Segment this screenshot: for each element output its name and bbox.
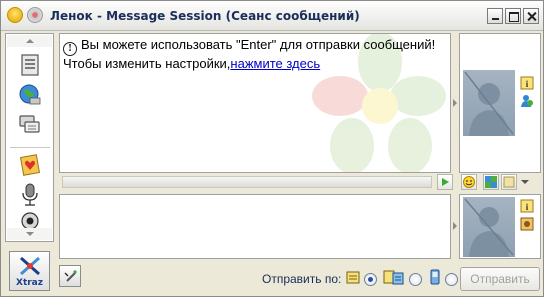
xtraz-label: Xtraz — [16, 278, 43, 288]
add-contact-icon[interactable] — [520, 94, 534, 108]
toolbar-dropdown-arrow[interactable] — [521, 180, 529, 184]
play-icon[interactable] — [437, 174, 453, 190]
xtraz-icon — [20, 256, 40, 276]
contact-avatar[interactable] — [463, 70, 515, 136]
tools-icon — [64, 270, 77, 282]
window-title: Ленок - Message Session (Сеанс сообщений… — [50, 9, 360, 23]
history-panel-splitter[interactable] — [452, 33, 458, 173]
globe-icon[interactable] — [17, 82, 43, 108]
formatting-toolbar — [59, 174, 541, 192]
xtraz-button[interactable]: Xtraz — [9, 251, 50, 291]
enter-hint-text: Вы можете использовать "Enter" для отпра… — [81, 37, 436, 52]
sidebar-divider — [10, 147, 50, 148]
system-message: ! Вы можете использовать "Enter" для отпр… — [63, 37, 435, 72]
chat-icon[interactable] — [17, 112, 43, 138]
picture-icon[interactable] — [520, 217, 534, 231]
info-icon: ! — [63, 42, 77, 56]
own-avatar-panel: i — [459, 194, 541, 259]
settings-hint-text: Чтобы изменить настройки, — [63, 56, 231, 71]
icq-flower-icon — [27, 7, 43, 23]
contact-avatar-panel: i — [459, 33, 541, 173]
puzzle-icon[interactable] — [483, 174, 499, 190]
multi-pager-icon — [383, 270, 404, 285]
input-panel-splitter[interactable] — [452, 194, 458, 259]
send-via-label: Отправить по: — [262, 272, 342, 286]
send-mode-radio-mobile[interactable] — [445, 273, 458, 286]
side-toolbar — [5, 33, 54, 242]
own-avatar[interactable] — [463, 197, 515, 257]
notes-icon[interactable] — [17, 52, 43, 78]
tools-button[interactable] — [59, 265, 81, 287]
send-button[interactable]: Отправить — [460, 267, 540, 291]
microphone-icon[interactable] — [17, 182, 43, 208]
send-mode-radio-multi[interactable] — [409, 273, 422, 286]
user-info-icon[interactable]: i — [520, 76, 534, 90]
message-window: Ленок - Message Session (Сеанс сообщений… — [0, 0, 544, 297]
message-input[interactable] — [59, 194, 451, 259]
my-info-icon[interactable]: i — [520, 199, 534, 213]
minimize-button[interactable] — [487, 8, 503, 24]
settings-link[interactable]: нажмите здесь — [230, 56, 320, 71]
close-button[interactable] — [523, 8, 539, 24]
mobile-icon — [430, 269, 440, 285]
pager-icon — [346, 271, 360, 284]
sidebar-scroll-up[interactable] — [7, 35, 52, 47]
send-mode-radio-pager[interactable] — [364, 273, 377, 286]
format-track — [62, 176, 432, 188]
warning-icon — [7, 7, 23, 23]
sidebar-scroll-down[interactable] — [7, 228, 52, 240]
smiley-icon[interactable] — [461, 174, 477, 190]
message-history[interactable]: ! Вы можете использовать "Enter" для отпр… — [59, 33, 451, 173]
maximize-button[interactable] — [505, 8, 521, 24]
greeting-card-icon[interactable] — [17, 152, 43, 178]
format-icon[interactable] — [501, 174, 517, 190]
title-bar[interactable]: Ленок - Message Session (Сеанс сообщений… — [1, 1, 543, 31]
